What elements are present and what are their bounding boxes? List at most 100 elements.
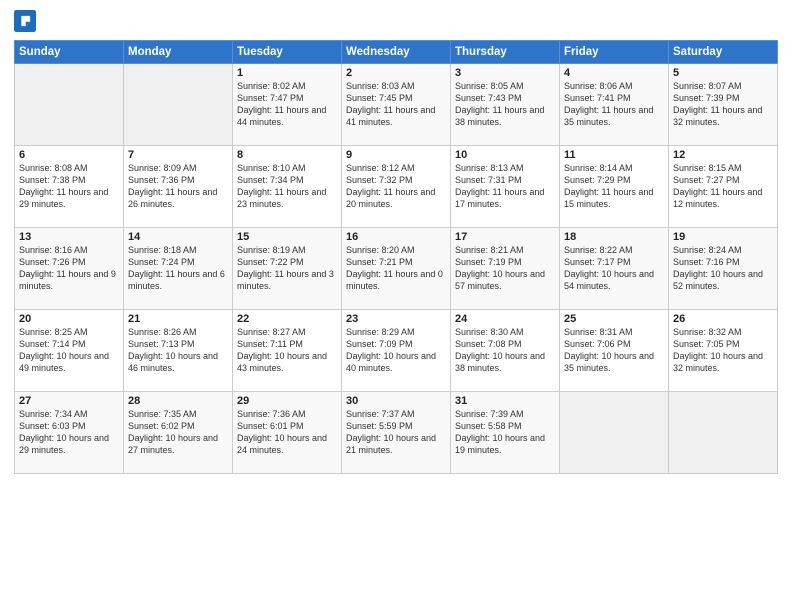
day-number: 4 [564, 67, 664, 79]
calendar-cell: 27Sunrise: 7:34 AM Sunset: 6:03 PM Dayli… [15, 392, 124, 474]
weekday-header-wednesday: Wednesday [342, 41, 451, 64]
calendar-cell: 18Sunrise: 8:22 AM Sunset: 7:17 PM Dayli… [560, 228, 669, 310]
day-number: 30 [346, 395, 446, 407]
day-number: 28 [128, 395, 228, 407]
day-number: 29 [237, 395, 337, 407]
calendar-cell: 20Sunrise: 8:25 AM Sunset: 7:14 PM Dayli… [15, 310, 124, 392]
day-detail: Sunrise: 8:30 AM Sunset: 7:08 PM Dayligh… [455, 326, 555, 375]
day-detail: Sunrise: 8:12 AM Sunset: 7:32 PM Dayligh… [346, 162, 446, 211]
day-detail: Sunrise: 7:36 AM Sunset: 6:01 PM Dayligh… [237, 408, 337, 457]
calendar-cell: 14Sunrise: 8:18 AM Sunset: 7:24 PM Dayli… [124, 228, 233, 310]
calendar-cell: 29Sunrise: 7:36 AM Sunset: 6:01 PM Dayli… [233, 392, 342, 474]
day-number: 6 [19, 149, 119, 161]
calendar-cell: 26Sunrise: 8:32 AM Sunset: 7:05 PM Dayli… [669, 310, 778, 392]
day-number: 9 [346, 149, 446, 161]
calendar-cell: 25Sunrise: 8:31 AM Sunset: 7:06 PM Dayli… [560, 310, 669, 392]
day-number: 15 [237, 231, 337, 243]
day-detail: Sunrise: 8:07 AM Sunset: 7:39 PM Dayligh… [673, 80, 773, 129]
day-detail: Sunrise: 8:05 AM Sunset: 7:43 PM Dayligh… [455, 80, 555, 129]
calendar-cell: 12Sunrise: 8:15 AM Sunset: 7:27 PM Dayli… [669, 146, 778, 228]
day-detail: Sunrise: 8:13 AM Sunset: 7:31 PM Dayligh… [455, 162, 555, 211]
calendar-cell: 23Sunrise: 8:29 AM Sunset: 7:09 PM Dayli… [342, 310, 451, 392]
weekday-header-monday: Monday [124, 41, 233, 64]
calendar-cell: 17Sunrise: 8:21 AM Sunset: 7:19 PM Dayli… [451, 228, 560, 310]
calendar-cell: 28Sunrise: 7:35 AM Sunset: 6:02 PM Dayli… [124, 392, 233, 474]
day-number: 21 [128, 313, 228, 325]
day-detail: Sunrise: 8:03 AM Sunset: 7:45 PM Dayligh… [346, 80, 446, 129]
day-number: 23 [346, 313, 446, 325]
weekday-header-saturday: Saturday [669, 41, 778, 64]
calendar-cell [15, 64, 124, 146]
day-detail: Sunrise: 8:06 AM Sunset: 7:41 PM Dayligh… [564, 80, 664, 129]
weekday-header-friday: Friday [560, 41, 669, 64]
day-detail: Sunrise: 8:25 AM Sunset: 7:14 PM Dayligh… [19, 326, 119, 375]
day-number: 3 [455, 67, 555, 79]
day-number: 8 [237, 149, 337, 161]
day-detail: Sunrise: 8:21 AM Sunset: 7:19 PM Dayligh… [455, 244, 555, 293]
day-detail: Sunrise: 8:19 AM Sunset: 7:22 PM Dayligh… [237, 244, 337, 293]
day-number: 2 [346, 67, 446, 79]
calendar-cell: 7Sunrise: 8:09 AM Sunset: 7:36 PM Daylig… [124, 146, 233, 228]
weekday-header-thursday: Thursday [451, 41, 560, 64]
calendar-cell [560, 392, 669, 474]
day-number: 7 [128, 149, 228, 161]
day-detail: Sunrise: 8:16 AM Sunset: 7:26 PM Dayligh… [19, 244, 119, 293]
day-number: 25 [564, 313, 664, 325]
day-number: 20 [19, 313, 119, 325]
calendar-cell: 1Sunrise: 8:02 AM Sunset: 7:47 PM Daylig… [233, 64, 342, 146]
day-detail: Sunrise: 8:15 AM Sunset: 7:27 PM Dayligh… [673, 162, 773, 211]
logo [14, 10, 40, 32]
day-detail: Sunrise: 8:10 AM Sunset: 7:34 PM Dayligh… [237, 162, 337, 211]
day-number: 27 [19, 395, 119, 407]
day-detail: Sunrise: 8:08 AM Sunset: 7:38 PM Dayligh… [19, 162, 119, 211]
calendar-cell: 19Sunrise: 8:24 AM Sunset: 7:16 PM Dayli… [669, 228, 778, 310]
day-detail: Sunrise: 7:39 AM Sunset: 5:58 PM Dayligh… [455, 408, 555, 457]
day-number: 22 [237, 313, 337, 325]
day-detail: Sunrise: 8:14 AM Sunset: 7:29 PM Dayligh… [564, 162, 664, 211]
calendar-cell [669, 392, 778, 474]
calendar-week-2: 6Sunrise: 8:08 AM Sunset: 7:38 PM Daylig… [15, 146, 778, 228]
calendar-cell: 2Sunrise: 8:03 AM Sunset: 7:45 PM Daylig… [342, 64, 451, 146]
calendar-header-row: SundayMondayTuesdayWednesdayThursdayFrid… [15, 41, 778, 64]
day-number: 16 [346, 231, 446, 243]
calendar-week-4: 20Sunrise: 8:25 AM Sunset: 7:14 PM Dayli… [15, 310, 778, 392]
day-detail: Sunrise: 7:37 AM Sunset: 5:59 PM Dayligh… [346, 408, 446, 457]
day-detail: Sunrise: 8:32 AM Sunset: 7:05 PM Dayligh… [673, 326, 773, 375]
page-container: SundayMondayTuesdayWednesdayThursdayFrid… [0, 0, 792, 612]
calendar-week-1: 1Sunrise: 8:02 AM Sunset: 7:47 PM Daylig… [15, 64, 778, 146]
header [14, 10, 778, 32]
day-number: 17 [455, 231, 555, 243]
calendar-cell: 21Sunrise: 8:26 AM Sunset: 7:13 PM Dayli… [124, 310, 233, 392]
calendar-cell: 10Sunrise: 8:13 AM Sunset: 7:31 PM Dayli… [451, 146, 560, 228]
calendar-table: SundayMondayTuesdayWednesdayThursdayFrid… [14, 40, 778, 474]
day-number: 24 [455, 313, 555, 325]
calendar-cell: 24Sunrise: 8:30 AM Sunset: 7:08 PM Dayli… [451, 310, 560, 392]
day-number: 11 [564, 149, 664, 161]
day-number: 26 [673, 313, 773, 325]
day-detail: Sunrise: 8:18 AM Sunset: 7:24 PM Dayligh… [128, 244, 228, 293]
day-number: 19 [673, 231, 773, 243]
calendar-cell: 3Sunrise: 8:05 AM Sunset: 7:43 PM Daylig… [451, 64, 560, 146]
calendar-cell: 16Sunrise: 8:20 AM Sunset: 7:21 PM Dayli… [342, 228, 451, 310]
day-detail: Sunrise: 8:31 AM Sunset: 7:06 PM Dayligh… [564, 326, 664, 375]
day-detail: Sunrise: 8:20 AM Sunset: 7:21 PM Dayligh… [346, 244, 446, 293]
day-number: 10 [455, 149, 555, 161]
calendar-week-5: 27Sunrise: 7:34 AM Sunset: 6:03 PM Dayli… [15, 392, 778, 474]
day-number: 5 [673, 67, 773, 79]
day-number: 14 [128, 231, 228, 243]
calendar-cell: 4Sunrise: 8:06 AM Sunset: 7:41 PM Daylig… [560, 64, 669, 146]
day-detail: Sunrise: 8:02 AM Sunset: 7:47 PM Dayligh… [237, 80, 337, 129]
day-detail: Sunrise: 8:29 AM Sunset: 7:09 PM Dayligh… [346, 326, 446, 375]
calendar-week-3: 13Sunrise: 8:16 AM Sunset: 7:26 PM Dayli… [15, 228, 778, 310]
day-detail: Sunrise: 8:24 AM Sunset: 7:16 PM Dayligh… [673, 244, 773, 293]
calendar-cell: 22Sunrise: 8:27 AM Sunset: 7:11 PM Dayli… [233, 310, 342, 392]
day-detail: Sunrise: 8:09 AM Sunset: 7:36 PM Dayligh… [128, 162, 228, 211]
day-detail: Sunrise: 8:26 AM Sunset: 7:13 PM Dayligh… [128, 326, 228, 375]
logo-icon [14, 10, 36, 32]
calendar-cell: 31Sunrise: 7:39 AM Sunset: 5:58 PM Dayli… [451, 392, 560, 474]
day-detail: Sunrise: 7:34 AM Sunset: 6:03 PM Dayligh… [19, 408, 119, 457]
calendar-cell: 5Sunrise: 8:07 AM Sunset: 7:39 PM Daylig… [669, 64, 778, 146]
calendar-cell: 9Sunrise: 8:12 AM Sunset: 7:32 PM Daylig… [342, 146, 451, 228]
calendar-cell: 30Sunrise: 7:37 AM Sunset: 5:59 PM Dayli… [342, 392, 451, 474]
day-number: 31 [455, 395, 555, 407]
